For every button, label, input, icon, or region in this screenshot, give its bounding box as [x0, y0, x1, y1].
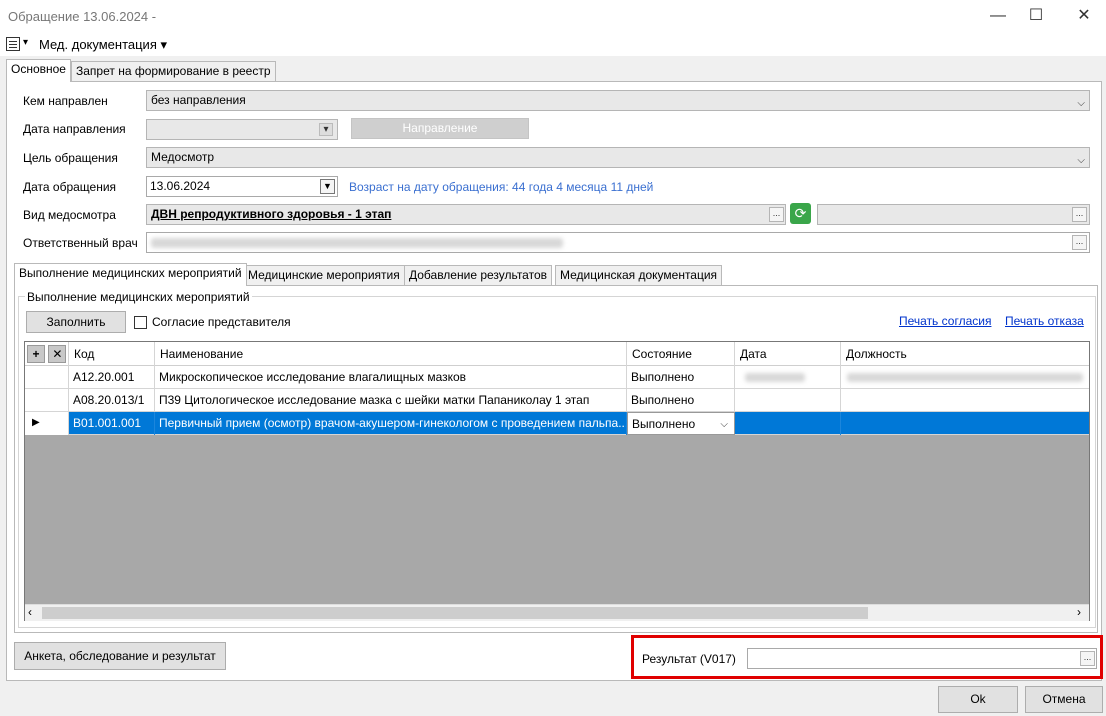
chevron-down-icon: ⌵: [1077, 155, 1085, 166]
cell-code[interactable]: A12.20.001: [69, 366, 155, 389]
tab-medical-activities[interactable]: Медицинские мероприятия: [243, 265, 405, 286]
activities-grid[interactable]: + ✕ Код Наименование Состояние Дата Долж…: [24, 341, 1090, 621]
column-header-state[interactable]: Состояние: [627, 342, 735, 366]
cell-position[interactable]: [841, 366, 1089, 389]
redacted-doctor-name: [151, 238, 563, 248]
row-header[interactable]: ▶: [25, 412, 69, 435]
redacted-position: [847, 373, 1083, 382]
ellipsis-icon[interactable]: ...: [1072, 235, 1087, 250]
calendar-dropdown-icon[interactable]: ▼: [320, 179, 335, 194]
purpose-select[interactable]: Медосмотр ⌵: [146, 147, 1090, 168]
exam-type-extra-field[interactable]: [817, 204, 1090, 225]
print-refusal-link[interactable]: Печать отказа: [1005, 314, 1084, 328]
direction-date-label: Дата направления: [23, 122, 126, 136]
doctor-field[interactable]: [146, 232, 1090, 253]
direction-button[interactable]: Направление: [351, 118, 529, 139]
purpose-value: Медосмотр: [151, 150, 215, 164]
exam-type-field[interactable]: ДВН репродуктивного здоровья - 1 этап: [146, 204, 786, 225]
cell-name[interactable]: Первичный прием (осмотр) врачом-акушером…: [155, 412, 627, 435]
doctor-label: Ответственный врач: [23, 236, 138, 250]
add-row-icon[interactable]: +: [27, 345, 45, 363]
title-bar: Обращение 13.06.2024 - — ☐ ✕: [0, 0, 1106, 32]
grid-header: + ✕ Код Наименование Состояние Дата Долж…: [25, 342, 1089, 366]
cancel-button[interactable]: Отмена: [1025, 686, 1103, 713]
scroll-thumb[interactable]: [42, 607, 868, 619]
visit-date-label: Дата обращения: [23, 180, 117, 194]
result-label: Результат (V017): [642, 652, 736, 666]
groupbox-title: Выполнение медицинских мероприятий: [25, 290, 252, 304]
consent-checkbox-label: Согласие представителя: [152, 315, 291, 329]
print-consent-link[interactable]: Печать согласия: [899, 314, 991, 328]
directed-by-select[interactable]: без направления ⌵: [146, 90, 1090, 111]
exam-type-value: ДВН репродуктивного здоровья - 1 этап: [151, 207, 392, 221]
directed-by-label: Кем направлен: [23, 94, 108, 108]
row-header[interactable]: [25, 366, 69, 389]
column-header-name[interactable]: Наименование: [155, 342, 627, 366]
current-row-icon: ▶: [32, 417, 40, 428]
scroll-left-icon[interactable]: ‹: [28, 605, 32, 619]
cell-state[interactable]: Выполнено: [627, 389, 735, 412]
exam-type-label: Вид медосмотра: [23, 208, 116, 222]
cell-name[interactable]: Микроскопическое исследование влагалищны…: [155, 366, 627, 389]
cell-name[interactable]: П39 Цитологическое исследование мазка с …: [155, 389, 627, 412]
delete-row-icon[interactable]: ✕: [48, 345, 67, 363]
scroll-right-icon[interactable]: ›: [1077, 605, 1081, 619]
consent-checkbox[interactable]: [134, 316, 147, 329]
chevron-down-icon: ⌵: [720, 419, 728, 430]
tab-main[interactable]: Основное: [6, 59, 71, 82]
state-select[interactable]: Выполнено ⌵: [627, 412, 735, 435]
cell-position[interactable]: [841, 412, 1089, 435]
ellipsis-icon[interactable]: ...: [1080, 651, 1095, 666]
cell-state[interactable]: Выполнено: [627, 366, 735, 389]
tab-medical-documentation[interactable]: Медицинская документация: [555, 265, 723, 286]
cell-code[interactable]: A08.20.013/1: [69, 389, 155, 412]
survey-button[interactable]: Анкета, обследование и результат: [14, 642, 226, 670]
visit-date-value: 13.06.2024: [150, 179, 211, 193]
window-title: Обращение 13.06.2024 -: [8, 9, 157, 24]
purpose-label: Цель обращения: [23, 151, 118, 165]
minimize-button[interactable]: —: [978, 4, 1018, 28]
visit-date-field[interactable]: 13.06.2024 ▼: [146, 176, 338, 197]
table-row[interactable]: A12.20.001 Микроскопическое исследование…: [25, 366, 1089, 389]
tab-execution[interactable]: Выполнение медицинских мероприятий: [14, 263, 247, 286]
fill-button[interactable]: Заполнить: [26, 311, 126, 333]
result-field[interactable]: [747, 648, 1097, 669]
maximize-button[interactable]: ☐: [1016, 4, 1056, 28]
state-select-value: Выполнено: [632, 417, 696, 431]
med-docs-menu[interactable]: Мед. документация ▾: [39, 37, 167, 53]
chevron-down-icon: ⌵: [1077, 98, 1085, 109]
tab-add-results[interactable]: Добавление результатов: [404, 265, 553, 286]
refresh-icon[interactable]: ⟳: [790, 203, 811, 224]
column-header-code[interactable]: Код: [69, 342, 155, 366]
cell-date[interactable]: [735, 366, 841, 389]
horizontal-scrollbar[interactable]: ‹ ›: [25, 604, 1089, 621]
table-row-selected[interactable]: ▶ B01.001.001 Первичный прием (осмотр) в…: [25, 412, 1089, 435]
tab-registry-ban[interactable]: Запрет на формирование в реестр: [71, 61, 276, 82]
calendar-dropdown-icon: ▾: [319, 123, 333, 136]
chevron-down-icon[interactable]: ▾: [23, 37, 28, 48]
column-header-position[interactable]: Должность: [841, 342, 1089, 366]
ellipsis-icon[interactable]: ...: [1072, 207, 1087, 222]
age-note: Возраст на дату обращения: 44 года 4 мес…: [349, 180, 654, 194]
document-icon[interactable]: [6, 37, 20, 51]
directed-by-value: без направления: [151, 93, 246, 107]
column-header-date[interactable]: Дата: [735, 342, 841, 366]
ellipsis-icon[interactable]: ...: [769, 207, 784, 222]
table-row[interactable]: A08.20.013/1 П39 Цитологическое исследов…: [25, 389, 1089, 412]
direction-date-field[interactable]: ▾: [146, 119, 338, 140]
close-button[interactable]: ✕: [1064, 4, 1104, 28]
cell-date[interactable]: [735, 412, 841, 435]
cell-date[interactable]: [735, 389, 841, 412]
grid-row-header: + ✕: [25, 342, 69, 366]
ok-button[interactable]: Ok: [938, 686, 1018, 713]
row-header[interactable]: [25, 389, 69, 412]
cell-position[interactable]: [841, 389, 1089, 412]
redacted-date: [745, 373, 805, 382]
cell-code[interactable]: B01.001.001: [69, 412, 155, 435]
